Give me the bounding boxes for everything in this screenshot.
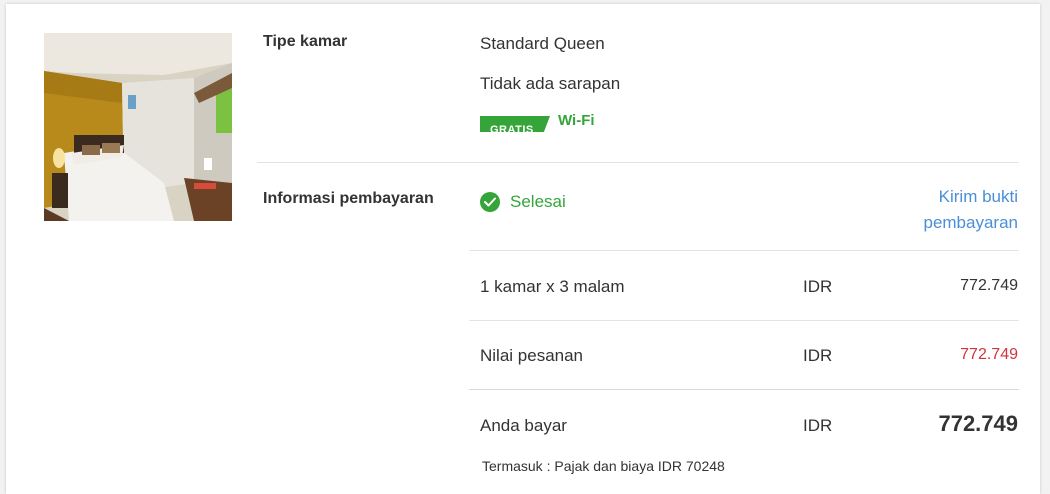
payment-info-label: Informasi pembayaran <box>263 190 434 207</box>
check-circle-icon <box>480 192 500 212</box>
nights-label: 1 kamar x 3 malam <box>480 277 625 296</box>
order-value-label: Nilai pesanan <box>480 346 584 365</box>
you-pay-currency: IDR <box>803 416 833 435</box>
payment-status-text: Selesai <box>510 192 566 211</box>
section-divider <box>257 162 1019 163</box>
you-pay-label: Anda bayar <box>480 416 567 435</box>
breakfast-info: Tidak ada sarapan <box>480 74 621 93</box>
booking-detail-card: Tipe kamar Standard Queen Tidak ada sara… <box>6 4 1040 494</box>
you-pay-amount: 772.749 <box>938 411 1018 436</box>
row-divider <box>469 389 1019 390</box>
room-name: Standard Queen <box>480 34 605 53</box>
order-value-amount: 772.749 <box>960 346 1018 363</box>
nights-currency: IDR <box>803 277 833 296</box>
payment-status: Selesai <box>480 192 566 212</box>
wifi-label: Wi-Fi <box>550 110 612 132</box>
order-value-currency: IDR <box>803 346 833 365</box>
free-wifi-badge: GRATIS Wi-Fi <box>480 110 612 132</box>
send-payment-proof-link[interactable]: Kirim bukti pembayaran <box>858 184 1018 236</box>
row-divider <box>469 250 1019 251</box>
free-label: GRATIS <box>480 116 550 132</box>
room-type-label: Tipe kamar <box>263 33 348 50</box>
room-photo <box>44 33 232 221</box>
nights-amount: 772.749 <box>960 277 1018 294</box>
tax-included-note: Termasuk : Pajak dan biaya IDR 70248 <box>482 458 725 474</box>
row-divider <box>469 320 1019 321</box>
